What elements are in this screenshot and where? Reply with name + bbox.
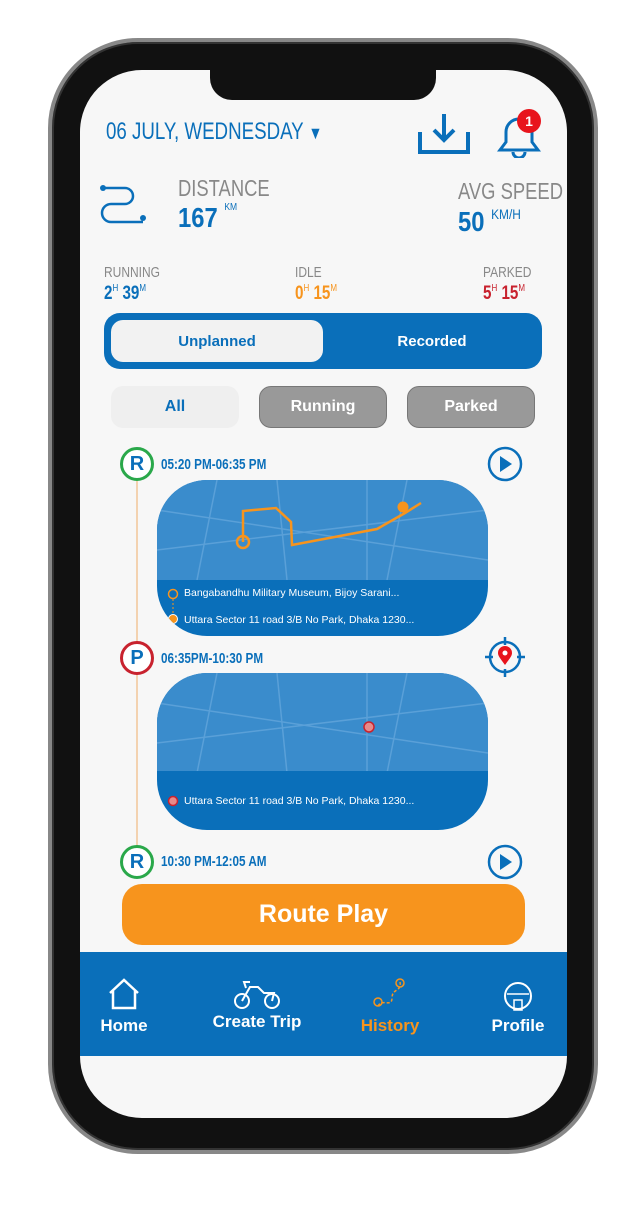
filter-parked[interactable]: Parked bbox=[407, 386, 535, 428]
parked-address: Uttara Sector 11 road 3/B No Park, Dhaka… bbox=[184, 795, 415, 807]
trip-card[interactable]: Bangabandhu Military Museum, Bijoy Saran… bbox=[157, 480, 488, 636]
trip-time: 06:35PM-10:30 PM bbox=[161, 650, 264, 667]
trip-time: 10:30 PM-12:05 AM bbox=[161, 853, 267, 870]
home-icon bbox=[109, 978, 139, 1010]
avg-speed-label: AVG SPEED bbox=[458, 178, 563, 204]
distance-label: DISTANCE bbox=[178, 175, 270, 201]
trip-time: 05:20 PM-06:35 PM bbox=[161, 456, 267, 473]
parked-map bbox=[157, 673, 488, 774]
play-icon[interactable] bbox=[487, 446, 523, 482]
nav-home[interactable]: Home bbox=[64, 952, 184, 1056]
idle-label: IDLE bbox=[295, 264, 322, 281]
parked-card[interactable]: Uttara Sector 11 road 3/B No Park, Dhaka… bbox=[157, 673, 488, 830]
route-points-icon bbox=[167, 588, 179, 624]
running-label: RUNNING bbox=[104, 264, 160, 281]
play-icon[interactable] bbox=[487, 844, 523, 880]
location-target-icon[interactable] bbox=[485, 637, 525, 677]
route-map bbox=[157, 480, 488, 581]
idle-duration: 0H 15M bbox=[295, 283, 338, 304]
running-badge: R bbox=[120, 447, 154, 481]
date-selector[interactable]: 06 JULY, WEDNESDAY ▼ bbox=[106, 118, 322, 146]
filter-running[interactable]: Running bbox=[259, 386, 387, 428]
notification-badge: 1 bbox=[517, 109, 541, 133]
parked-label: PARKED bbox=[483, 264, 532, 281]
nav-profile[interactable]: Profile bbox=[458, 952, 578, 1056]
nav-history[interactable]: History bbox=[330, 952, 450, 1056]
parked-pin-icon bbox=[167, 795, 179, 807]
tab-unplanned[interactable]: Unplanned bbox=[111, 320, 323, 362]
end-address: Uttara Sector 11 road 3/B No Park, Dhaka… bbox=[184, 614, 415, 626]
route-icon bbox=[100, 185, 146, 224]
map-thumbnail bbox=[157, 673, 488, 774]
trip-type-segment: Unplanned Recorded bbox=[104, 313, 542, 369]
bottom-nav: Home Create Trip History Profile bbox=[80, 952, 567, 1056]
phone-notch bbox=[210, 68, 436, 100]
date-text: 06 JULY, WEDNESDAY bbox=[106, 118, 304, 145]
tab-recorded[interactable]: Recorded bbox=[326, 320, 538, 362]
history-route-icon bbox=[373, 978, 405, 1007]
parked-duration: 5H 15M bbox=[483, 283, 526, 304]
filter-all[interactable]: All bbox=[111, 386, 239, 428]
map-thumbnail bbox=[157, 480, 488, 581]
route-play-button[interactable]: Route Play bbox=[122, 884, 525, 945]
motorcycle-icon bbox=[234, 981, 280, 1009]
nav-create-trip[interactable]: Create Trip bbox=[197, 952, 317, 1056]
dropdown-triangle-icon: ▼ bbox=[308, 123, 323, 143]
avg-speed-value: 50 KM/H bbox=[458, 206, 521, 237]
running-duration: 2H 39M bbox=[104, 283, 147, 304]
running-badge: R bbox=[120, 845, 154, 879]
helmet-icon bbox=[504, 982, 532, 1011]
download-icon[interactable] bbox=[417, 112, 471, 156]
start-address: Bangabandhu Military Museum, Bijoy Saran… bbox=[184, 587, 400, 599]
parked-badge: P bbox=[120, 641, 154, 675]
distance-value: 167 KM bbox=[178, 202, 238, 233]
